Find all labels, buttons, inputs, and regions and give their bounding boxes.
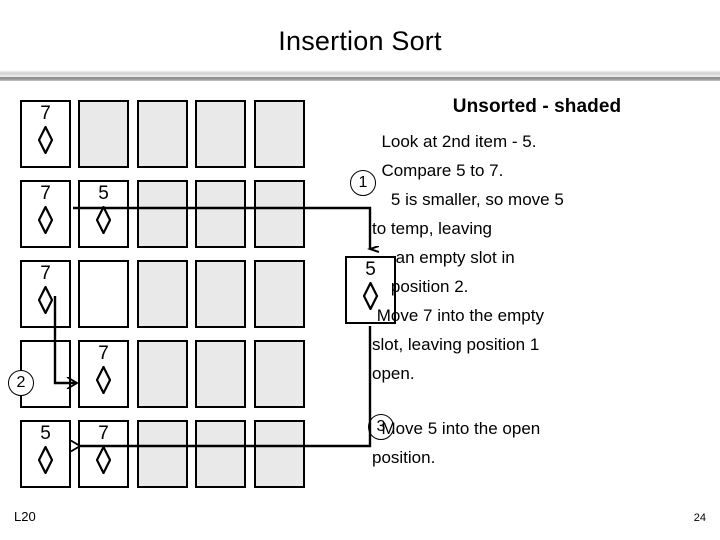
card-r2-c3: [137, 180, 188, 248]
step-marker-2: 2: [8, 370, 34, 396]
diamond-suit-icon: [22, 286, 69, 314]
notes2-line-2: position.: [372, 448, 436, 467]
card-r3-c4: [195, 260, 246, 328]
notes-line-1: Look at 2nd item - 5.: [372, 132, 537, 151]
card-value: 5: [98, 183, 109, 204]
notes-line-6: position 2.: [372, 277, 469, 296]
card-r1-c5: [254, 100, 305, 168]
card-r1-c2: [78, 100, 129, 168]
diamond-suit-icon: [22, 126, 69, 154]
notes-line-2: Compare 5 to 7.: [372, 161, 504, 180]
footer-label: L20: [14, 509, 36, 524]
card-r2-c2: 5: [78, 180, 129, 248]
card-r2-c1: 7: [20, 180, 71, 248]
slide-canvas: Insertion Sort 7757757 5 1 2 3 Unsorted …: [0, 0, 720, 540]
card-r5-c2: 7: [78, 420, 129, 488]
card-r3-c2: [78, 260, 129, 328]
diamond-suit-icon: [22, 206, 69, 234]
notes-line-5: an empty slot in: [372, 248, 515, 267]
card-r4-c2: 7: [78, 340, 129, 408]
card-r5-c1: 5: [20, 420, 71, 488]
card-value: 7: [40, 263, 51, 284]
notes-line-7: Move 7 into the empty: [372, 306, 544, 325]
diamond-suit-icon: [80, 446, 127, 474]
card-r3-c1: 7: [20, 260, 71, 328]
diamond-suit-icon: [80, 366, 127, 394]
notes-heading: Unsorted - shaded: [452, 96, 622, 117]
card-grid: 7 7 5 7 7 5 7: [0, 0, 340, 500]
diamond-suit-icon: [22, 446, 69, 474]
card-r1-c4: [195, 100, 246, 168]
diamond-suit-icon: [80, 206, 127, 234]
card-r3-c5: [254, 260, 305, 328]
card-r1-c3: [137, 100, 188, 168]
card-r5-c5: [254, 420, 305, 488]
notes-line-3: 5 is smaller, so move 5: [372, 190, 564, 209]
notes-line-8: slot, leaving position 1: [372, 335, 540, 354]
card-r4-c3: [137, 340, 188, 408]
card-value: 7: [98, 343, 109, 364]
page-number: 24: [693, 512, 706, 524]
notes2-line-1: Move 5 into the open: [372, 419, 541, 438]
notes-line-9: open.: [372, 364, 415, 383]
card-r2-c4: [195, 180, 246, 248]
card-r2-c5: [254, 180, 305, 248]
card-value: 7: [40, 183, 51, 204]
notes-block: Unsorted - shaded Look at 2nd item - 5. …: [372, 96, 702, 388]
notes-line-4: to temp, leaving: [372, 219, 493, 238]
card-r4-c5: [254, 340, 305, 408]
card-r5-c4: [195, 420, 246, 488]
notes-block-step3: Move 5 into the open position.: [372, 414, 702, 472]
card-r3-c3: [137, 260, 188, 328]
card-value: 5: [40, 423, 51, 444]
card-r5-c3: [137, 420, 188, 488]
card-r1-c1: 7: [20, 100, 71, 168]
card-value: 7: [98, 423, 109, 444]
card-r4-c4: [195, 340, 246, 408]
card-value: 7: [40, 103, 51, 124]
